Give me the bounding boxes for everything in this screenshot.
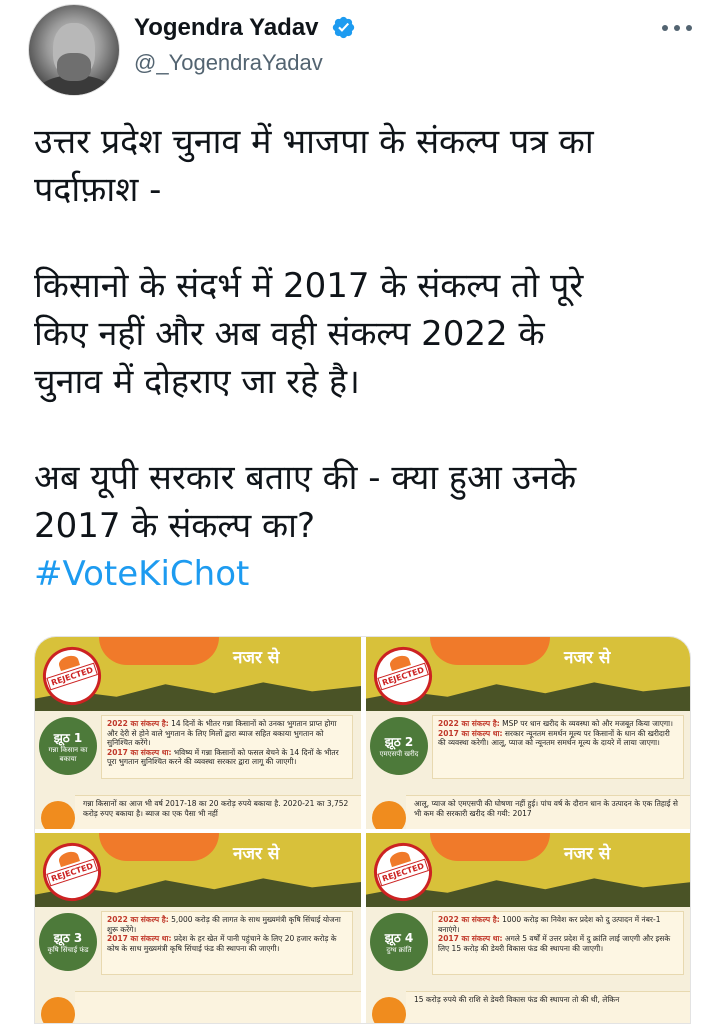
panel-badge (430, 833, 550, 861)
promise-2017-label: 2017 का संकल्प था: (438, 934, 503, 943)
panel-badge (430, 637, 550, 665)
tweet-text: उत्तर प्रदेश चुनाव में भाजपा के संकल्प प… (34, 118, 694, 598)
avatar[interactable] (28, 4, 120, 96)
promise-box: 2022 का संकल्प है: 5,000 करोड़ की लागत क… (101, 911, 353, 975)
tweet-header: Yogendra Yadav @_YogendraYadav (0, 0, 723, 100)
media-image-3[interactable]: नजर से REJECTED झूठ 3 कृषि सिंचाई फंड 20… (35, 833, 361, 1023)
promise-2017-label: 2017 का संकल्प था: (438, 728, 503, 738)
verified-badge-icon (332, 16, 355, 39)
media-image-2[interactable]: नजर से REJECTED झूठ 2 एमएसपी खरीद 2022 क… (366, 637, 690, 829)
media-image-4[interactable]: नजर से REJECTED झूठ 4 दुग्ध क्रांति 2022… (366, 833, 690, 1023)
orange-marker-icon (372, 801, 406, 829)
display-name[interactable]: Yogendra Yadav (134, 14, 319, 42)
tweet-line: पर्दाफ़ाश - (34, 170, 162, 210)
lie-tag-title: झूठ 4 (384, 931, 414, 945)
lie-tag: झूठ 4 दुग्ध क्रांति (370, 913, 428, 971)
lie-tag-subtitle: गन्ना किसान का बकाया (48, 745, 88, 763)
orange-marker-icon (372, 997, 406, 1023)
promise-2022-label: 2022 का संकल्प है: (107, 719, 169, 728)
promise-2022-text: MSP पर धान खरीद के व्यवस्था को और मजबूत … (502, 719, 673, 728)
promise-2017-label: 2017 का संकल्प था: (107, 747, 172, 757)
tweet-line: किसानो के संदर्भ में 2017 के संकल्प तो प… (34, 266, 584, 306)
panel-badge (99, 833, 219, 861)
tweet-line: अब यूपी सरकार बताए की - क्या हुआ उनके (34, 458, 577, 498)
promise-2022-label: 2022 का संकल्प है: (107, 915, 169, 924)
media-grid[interactable]: नजर से REJECTED झूठ 1 गन्ना किसान का बका… (34, 636, 691, 1024)
panel-heading: नजर से (233, 844, 280, 864)
media-image-1[interactable]: नजर से REJECTED झूठ 1 गन्ना किसान का बका… (35, 637, 361, 829)
promise-2022-label: 2022 का संकल्प है: (438, 719, 500, 728)
lie-tag: झूठ 2 एमएसपी खरीद (370, 717, 428, 775)
avatar-beard (57, 53, 91, 81)
tweet-line: 2017 के संकल्प का? (34, 506, 316, 546)
panel-heading: नजर से (564, 648, 611, 668)
panel-footer: गन्ना किसानों का आज भी वर्ष 2017-18 का 2… (75, 795, 361, 829)
lie-tag: झूठ 1 गन्ना किसान का बकाया (39, 717, 97, 775)
promise-2017-label: 2017 का संकल्प था: (107, 934, 172, 943)
panel-heading: नजर से (564, 844, 611, 864)
panel-heading: नजर से (233, 648, 280, 668)
hashtag-link[interactable]: #VoteKiChot (34, 554, 249, 594)
panel-badge (99, 637, 219, 665)
orange-marker-icon (41, 801, 75, 829)
promise-box: 2022 का संकल्प है: MSP पर धान खरीद के व्… (432, 715, 684, 779)
dot (662, 25, 668, 31)
lie-tag-title: झूठ 1 (53, 730, 83, 745)
panel-footer (75, 991, 361, 1023)
dot (674, 25, 680, 31)
lie-tag-title: झूठ 2 (384, 735, 414, 749)
tweet-line: किए नहीं और अब वही संकल्प 2022 के (34, 314, 545, 354)
lie-tag-title: झूठ 3 (53, 931, 83, 945)
orange-marker-icon (41, 997, 75, 1023)
lie-tag-subtitle: दुग्ध क्रांति (386, 946, 412, 954)
dot (686, 25, 692, 31)
tweet-line: उत्तर प्रदेश चुनाव में भाजपा के संकल्प प… (34, 122, 594, 162)
promise-2022-label: 2022 का संकल्प है: (438, 915, 500, 924)
more-options-icon[interactable] (662, 18, 692, 38)
lie-tag: झूठ 3 कृषि सिंचाई फंड (39, 913, 97, 971)
promise-box: 2022 का संकल्प है: 14 दिनों के भीतर गन्न… (101, 715, 353, 779)
promise-box: 2022 का संकल्प है: 1000 करोड़ का निवेश क… (432, 911, 684, 975)
lie-tag-subtitle: एमएसपी खरीद (379, 750, 419, 758)
panel-footer: 15 करोड़ रुपये की राशि से डेयरी विकास फं… (406, 991, 690, 1023)
lie-tag-subtitle: कृषि सिंचाई फंड (47, 946, 89, 954)
tweet-line: चुनाव में दोहराए जा रहे है। (34, 362, 360, 402)
user-handle[interactable]: @_YogendraYadav (134, 50, 323, 76)
panel-footer: आलू, प्याज को एमएसपी की घोषणा नहीं हुई। … (406, 795, 690, 829)
